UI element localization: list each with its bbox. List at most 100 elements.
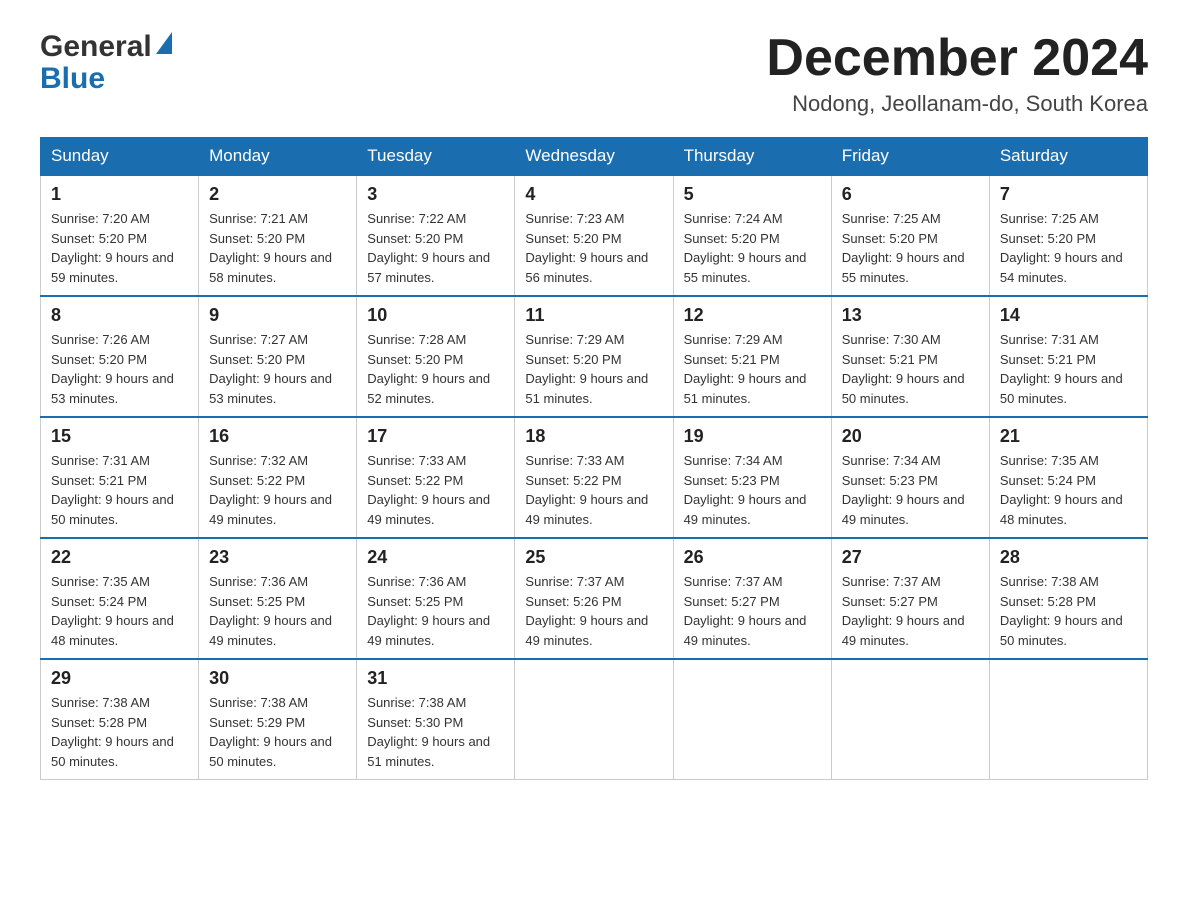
day-number-28: 28 — [1000, 547, 1137, 568]
day-number-24: 24 — [367, 547, 504, 568]
day-info-25: Sunrise: 7:37 AMSunset: 5:26 PMDaylight:… — [525, 572, 662, 650]
table-row: 27 Sunrise: 7:37 AMSunset: 5:27 PMDayligh… — [831, 538, 989, 659]
table-row: 20Sunrise: 7:34 AMSunset: 5:23 PMDayligh… — [831, 417, 989, 538]
table-row: 31 Sunrise: 7:38 AMSunset: 5:30 PMDayligh… — [357, 659, 515, 780]
day-number-12: 12 — [684, 305, 821, 326]
day-number-21: 21 — [1000, 426, 1137, 447]
day-number-3: 3 — [367, 184, 504, 205]
day-info-13: Sunrise: 7:30 AMSunset: 5:21 PMDaylight:… — [842, 330, 979, 408]
day-number-29: 29 — [51, 668, 188, 689]
day-number-22: 22 — [51, 547, 188, 568]
table-row: 21 Sunrise: 7:35 AMSunset: 5:24 PMDayligh… — [989, 417, 1147, 538]
week-row-4: 22 Sunrise: 7:35 AMSunset: 5:24 PMDayligh… — [41, 538, 1148, 659]
table-row: 29Sunrise: 7:38 AMSunset: 5:28 PMDayligh… — [41, 659, 199, 780]
header-wednesday: Wednesday — [515, 138, 673, 176]
day-info-7: Sunrise: 7:25 AMSunset: 5:20 PMDaylight:… — [1000, 209, 1137, 287]
day-info-5: Sunrise: 7:24 AMSunset: 5:20 PMDaylight:… — [684, 209, 821, 287]
table-row: 12 Sunrise: 7:29 AMSunset: 5:21 PMDayligh… — [673, 296, 831, 417]
table-row: 26 Sunrise: 7:37 AMSunset: 5:27 PMDayligh… — [673, 538, 831, 659]
table-row: 22 Sunrise: 7:35 AMSunset: 5:24 PMDayligh… — [41, 538, 199, 659]
page-header: General Blue December 2024 Nodong, Jeoll… — [40, 30, 1148, 117]
location-title: Nodong, Jeollanam-do, South Korea — [766, 91, 1148, 117]
day-number-27: 27 — [842, 547, 979, 568]
table-row: 5 Sunrise: 7:24 AMSunset: 5:20 PMDaylight… — [673, 175, 831, 296]
day-number-11: 11 — [525, 305, 662, 326]
table-row: 8Sunrise: 7:26 AMSunset: 5:20 PMDaylight… — [41, 296, 199, 417]
day-number-9: 9 — [209, 305, 346, 326]
table-row: 23 Sunrise: 7:36 AMSunset: 5:25 PMDayligh… — [199, 538, 357, 659]
day-number-31: 31 — [367, 668, 504, 689]
logo-general-text: General — [40, 30, 152, 64]
logo-blue-text: Blue — [40, 62, 105, 96]
day-info-2: Sunrise: 7:21 AMSunset: 5:20 PMDaylight:… — [209, 209, 346, 287]
day-number-1: 1 — [51, 184, 188, 205]
day-number-15: 15 — [51, 426, 188, 447]
day-number-4: 4 — [525, 184, 662, 205]
week-row-5: 29Sunrise: 7:38 AMSunset: 5:28 PMDayligh… — [41, 659, 1148, 780]
month-title: December 2024 — [766, 30, 1148, 87]
day-info-24: Sunrise: 7:36 AMSunset: 5:25 PMDaylight:… — [367, 572, 504, 650]
day-info-18: Sunrise: 7:33 AMSunset: 5:22 PMDaylight:… — [525, 451, 662, 529]
day-info-23: Sunrise: 7:36 AMSunset: 5:25 PMDaylight:… — [209, 572, 346, 650]
table-row: 3 Sunrise: 7:22 AMSunset: 5:20 PMDaylight… — [357, 175, 515, 296]
day-info-14: Sunrise: 7:31 AMSunset: 5:21 PMDaylight:… — [1000, 330, 1137, 408]
day-info-1: Sunrise: 7:20 AMSunset: 5:20 PMDaylight:… — [51, 209, 188, 287]
day-number-30: 30 — [209, 668, 346, 689]
week-row-1: 1 Sunrise: 7:20 AMSunset: 5:20 PMDaylight… — [41, 175, 1148, 296]
day-number-20: 20 — [842, 426, 979, 447]
table-row: 13 Sunrise: 7:30 AMSunset: 5:21 PMDayligh… — [831, 296, 989, 417]
day-info-31: Sunrise: 7:38 AMSunset: 5:30 PMDaylight:… — [367, 693, 504, 771]
title-area: December 2024 Nodong, Jeollanam-do, Sout… — [766, 30, 1148, 117]
day-info-8: Sunrise: 7:26 AMSunset: 5:20 PMDaylight:… — [51, 330, 188, 408]
day-number-17: 17 — [367, 426, 504, 447]
day-info-30: Sunrise: 7:38 AMSunset: 5:29 PMDaylight:… — [209, 693, 346, 771]
day-info-17: Sunrise: 7:33 AMSunset: 5:22 PMDaylight:… — [367, 451, 504, 529]
table-row — [515, 659, 673, 780]
day-number-5: 5 — [684, 184, 821, 205]
day-number-16: 16 — [209, 426, 346, 447]
table-row: 30 Sunrise: 7:38 AMSunset: 5:29 PMDayligh… — [199, 659, 357, 780]
day-info-21: Sunrise: 7:35 AMSunset: 5:24 PMDaylight:… — [1000, 451, 1137, 529]
week-row-2: 8Sunrise: 7:26 AMSunset: 5:20 PMDaylight… — [41, 296, 1148, 417]
day-info-9: Sunrise: 7:27 AMSunset: 5:20 PMDaylight:… — [209, 330, 346, 408]
day-info-3: Sunrise: 7:22 AMSunset: 5:20 PMDaylight:… — [367, 209, 504, 287]
day-info-4: Sunrise: 7:23 AMSunset: 5:20 PMDaylight:… — [525, 209, 662, 287]
day-number-25: 25 — [525, 547, 662, 568]
day-number-14: 14 — [1000, 305, 1137, 326]
day-number-10: 10 — [367, 305, 504, 326]
table-row: 9 Sunrise: 7:27 AMSunset: 5:20 PMDaylight… — [199, 296, 357, 417]
table-row: 6 Sunrise: 7:25 AMSunset: 5:20 PMDaylight… — [831, 175, 989, 296]
day-number-6: 6 — [842, 184, 979, 205]
table-row — [673, 659, 831, 780]
day-number-7: 7 — [1000, 184, 1137, 205]
header-saturday: Saturday — [989, 138, 1147, 176]
table-row: 7 Sunrise: 7:25 AMSunset: 5:20 PMDaylight… — [989, 175, 1147, 296]
day-info-11: Sunrise: 7:29 AMSunset: 5:20 PMDaylight:… — [525, 330, 662, 408]
table-row: 4 Sunrise: 7:23 AMSunset: 5:20 PMDaylight… — [515, 175, 673, 296]
table-row: 17 Sunrise: 7:33 AMSunset: 5:22 PMDayligh… — [357, 417, 515, 538]
day-number-2: 2 — [209, 184, 346, 205]
header-monday: Monday — [199, 138, 357, 176]
day-info-6: Sunrise: 7:25 AMSunset: 5:20 PMDaylight:… — [842, 209, 979, 287]
table-row: 19Sunrise: 7:34 AMSunset: 5:23 PMDayligh… — [673, 417, 831, 538]
day-number-13: 13 — [842, 305, 979, 326]
day-number-18: 18 — [525, 426, 662, 447]
logo-triangle-icon — [156, 32, 172, 54]
day-info-15: Sunrise: 7:31 AMSunset: 5:21 PMDaylight:… — [51, 451, 188, 529]
day-info-12: Sunrise: 7:29 AMSunset: 5:21 PMDaylight:… — [684, 330, 821, 408]
table-row: 14 Sunrise: 7:31 AMSunset: 5:21 PMDayligh… — [989, 296, 1147, 417]
table-row: 28 Sunrise: 7:38 AMSunset: 5:28 PMDayligh… — [989, 538, 1147, 659]
day-info-22: Sunrise: 7:35 AMSunset: 5:24 PMDaylight:… — [51, 572, 188, 650]
day-number-23: 23 — [209, 547, 346, 568]
day-number-26: 26 — [684, 547, 821, 568]
day-info-27: Sunrise: 7:37 AMSunset: 5:27 PMDaylight:… — [842, 572, 979, 650]
header-tuesday: Tuesday — [357, 138, 515, 176]
table-row: 2 Sunrise: 7:21 AMSunset: 5:20 PMDaylight… — [199, 175, 357, 296]
table-row: 10Sunrise: 7:28 AMSunset: 5:20 PMDayligh… — [357, 296, 515, 417]
weekday-header-row: Sunday Monday Tuesday Wednesday Thursday… — [41, 138, 1148, 176]
day-info-26: Sunrise: 7:37 AMSunset: 5:27 PMDaylight:… — [684, 572, 821, 650]
table-row: 1 Sunrise: 7:20 AMSunset: 5:20 PMDaylight… — [41, 175, 199, 296]
header-thursday: Thursday — [673, 138, 831, 176]
day-info-16: Sunrise: 7:32 AMSunset: 5:22 PMDaylight:… — [209, 451, 346, 529]
day-info-28: Sunrise: 7:38 AMSunset: 5:28 PMDaylight:… — [1000, 572, 1137, 650]
